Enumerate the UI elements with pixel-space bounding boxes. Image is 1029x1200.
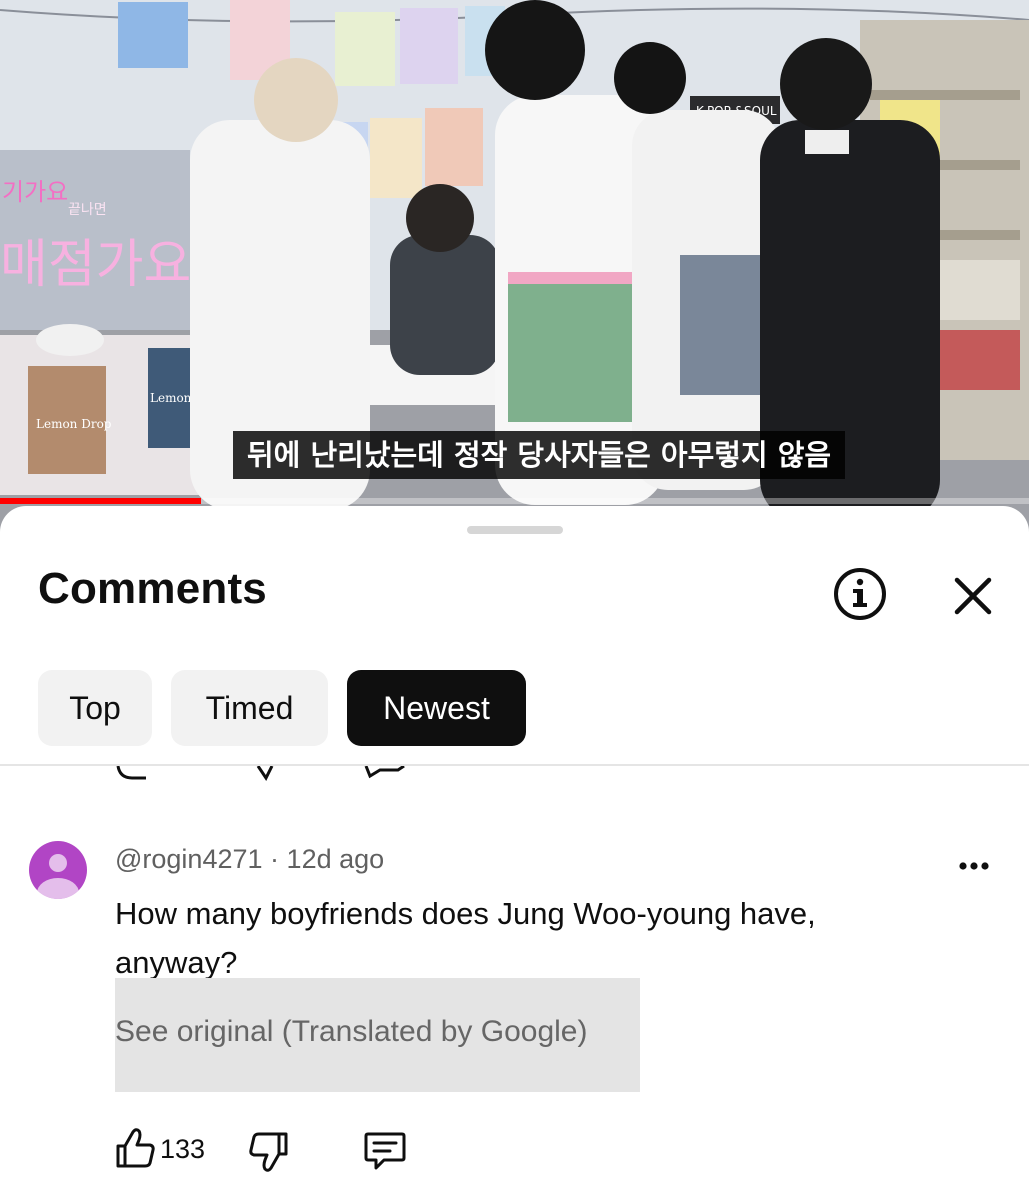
video-subtitle: 뒤에 난리났는데 정작 당사자들은 아무렇지 않음: [233, 431, 846, 479]
comments-title: Comments: [38, 564, 267, 613]
info-circle-icon[interactable]: [830, 564, 890, 624]
meta-separator: ·: [270, 844, 280, 874]
comment-age: 12d ago: [286, 844, 385, 874]
previous-comment-actions-clipped: [0, 766, 1029, 782]
app-screen: 기가요 끝나면 매점가요 Lemon Drop Lemon Drop K-: [0, 0, 1029, 1200]
album-left-text: Lemon Drop: [36, 417, 112, 431]
thumbs-up-icon[interactable]: [114, 1126, 158, 1172]
see-original-link[interactable]: See original (Translated by Google): [115, 1015, 587, 1049]
translate-highlight: See original (Translated by Google): [115, 978, 640, 1092]
video-progress-bar[interactable]: [0, 498, 1029, 504]
commenter-avatar[interactable]: [29, 841, 87, 899]
reply-comment-icon[interactable]: [362, 1128, 408, 1174]
thumbs-down-icon[interactable]: [246, 1128, 290, 1174]
neon-left-text: 기가요: [2, 178, 68, 206]
close-x-icon[interactable]: [945, 568, 1001, 624]
sheet-drag-handle[interactable]: [467, 526, 563, 534]
comment-meta: @rogin4271 · 12d ago: [115, 844, 384, 875]
neon-small-text: 끝나면: [68, 202, 107, 218]
comment-author[interactable]: @rogin4271: [115, 844, 263, 874]
filter-chip-top[interactable]: Top: [38, 670, 152, 746]
comment-text: How many boyfriends does Jung Woo-young …: [115, 896, 816, 980]
like-count: 133: [160, 1134, 206, 1164]
video-player[interactable]: 기가요 끝나면 매점가요 Lemon Drop Lemon Drop K-: [0, 0, 1029, 540]
comments-sheet: Comments Top Timed Newest @rogin4271 · 1…: [0, 506, 1029, 1200]
video-progress-fill: [0, 498, 201, 504]
filter-chip-timed[interactable]: Timed: [171, 670, 328, 746]
more-horizontal-icon[interactable]: [950, 846, 998, 886]
neon-main-text: 매점가요: [0, 235, 191, 295]
filter-chip-newest[interactable]: Newest: [347, 670, 526, 746]
